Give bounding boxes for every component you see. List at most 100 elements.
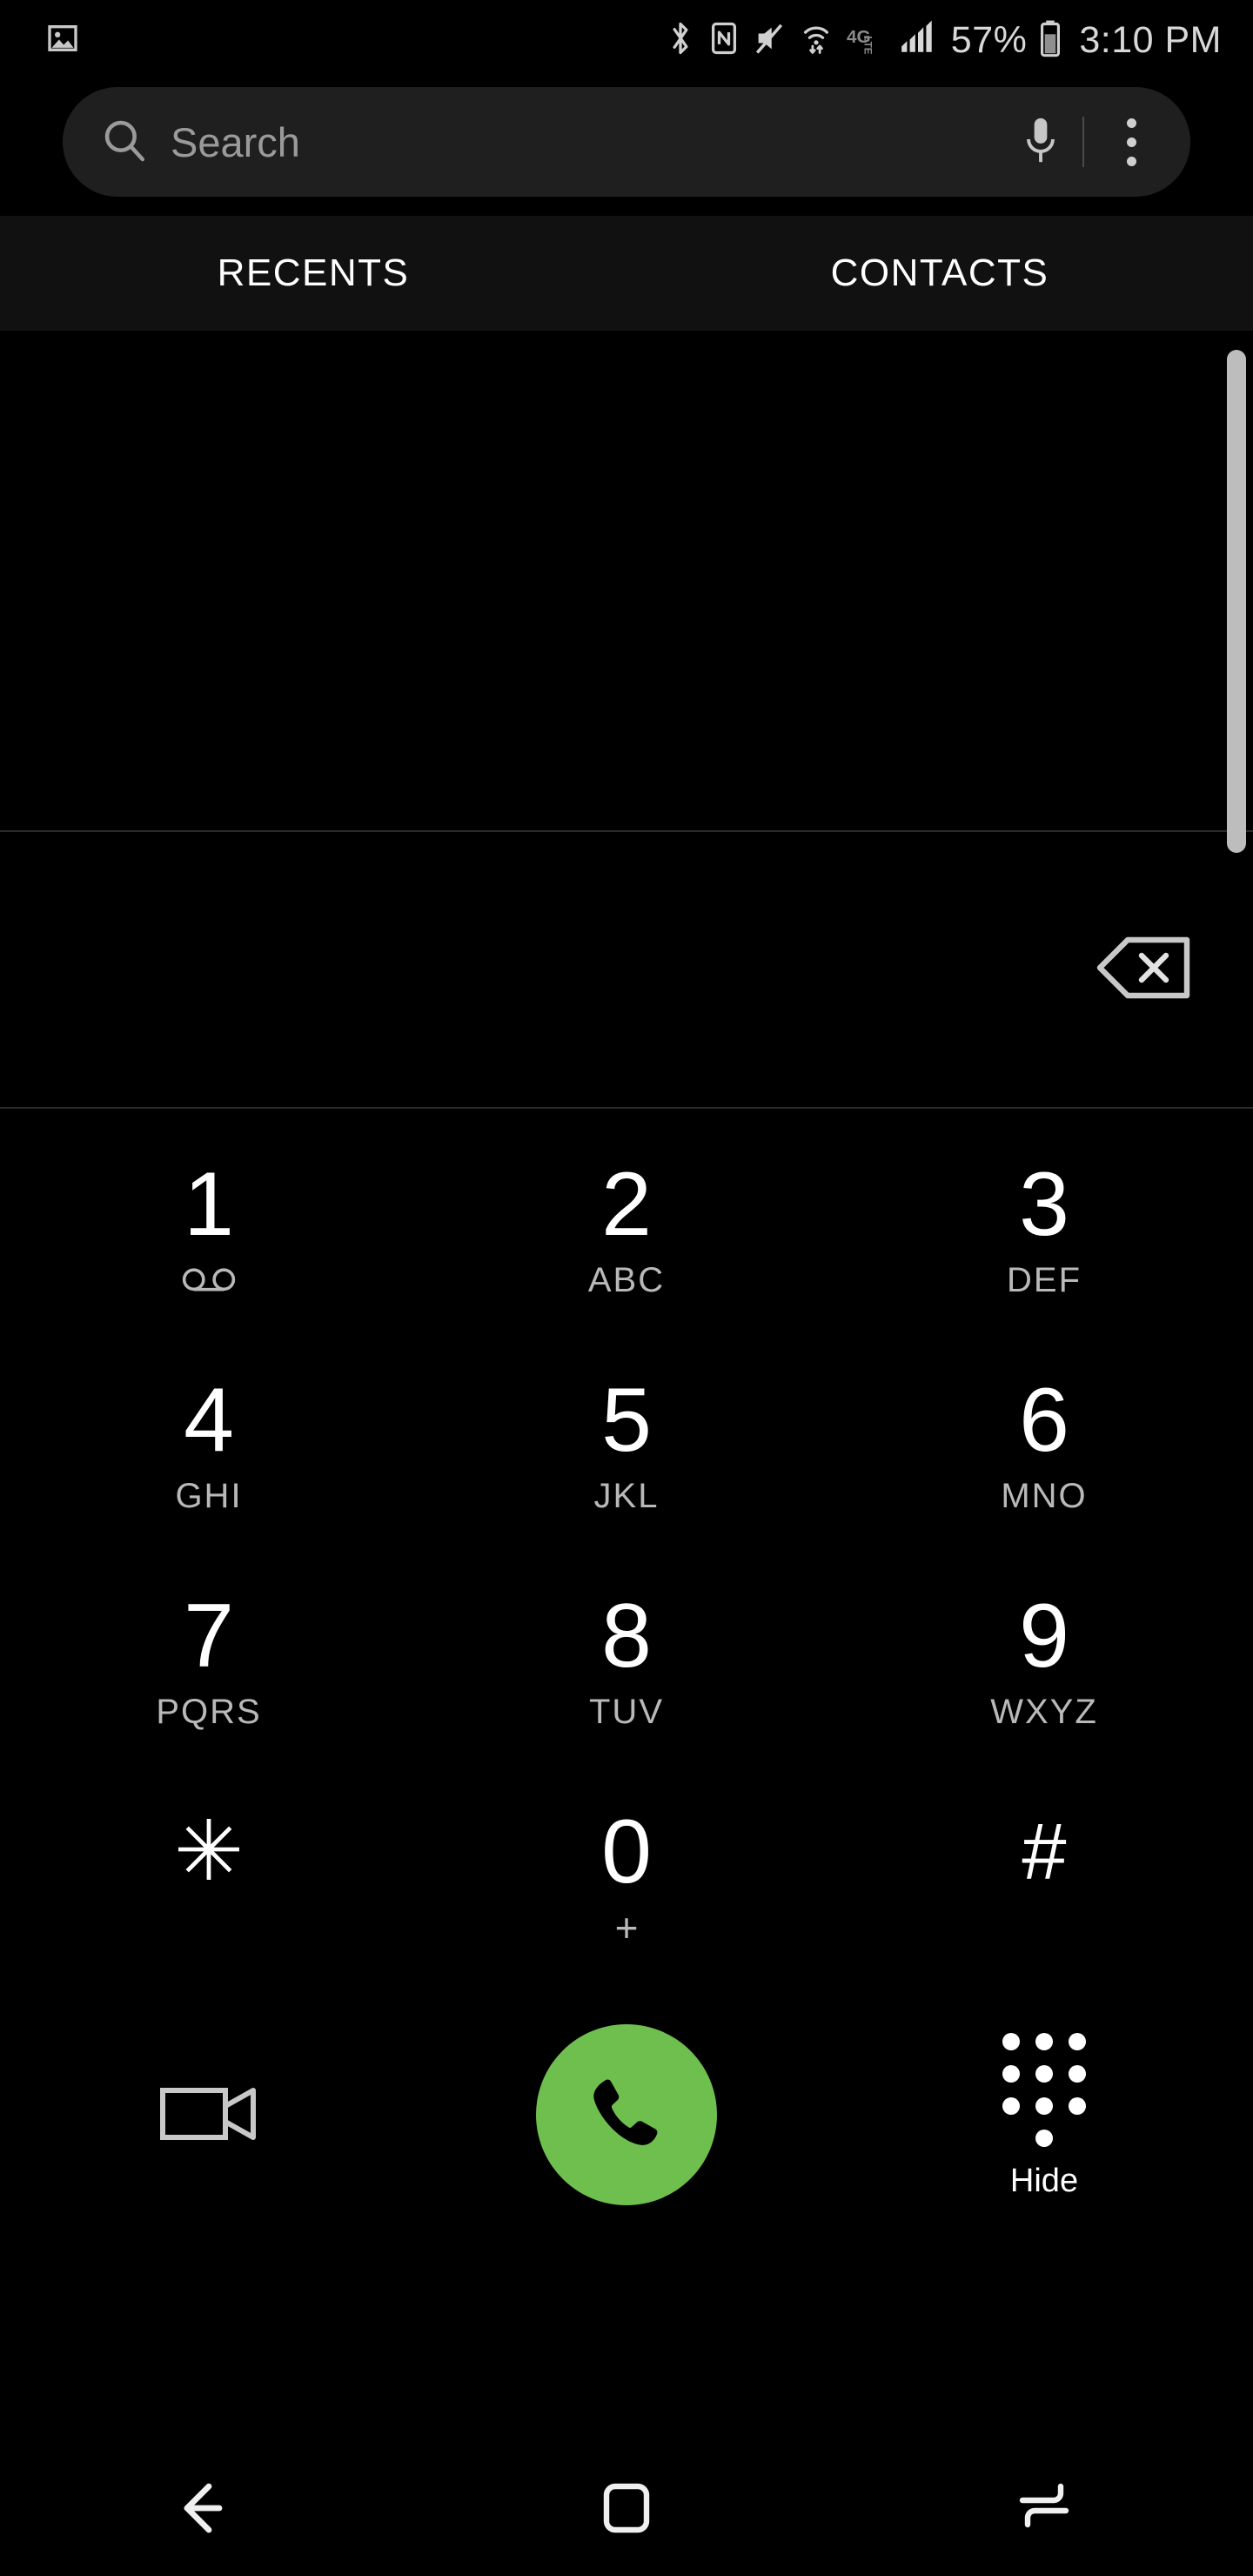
nfc-icon	[709, 19, 739, 62]
list-scrollbar[interactable]	[1227, 350, 1246, 853]
video-call-icon	[157, 2076, 260, 2154]
keypad-action-row: Hide	[0, 1984, 1253, 2245]
wifi-transfer-icon	[800, 19, 833, 62]
key-pound[interactable]: #	[835, 1768, 1253, 1984]
tab-recents-label: RECENTS	[217, 252, 410, 294]
microphone-icon[interactable]	[1022, 113, 1060, 171]
key-pound-digit: #	[1022, 1808, 1067, 1896]
dial-number-row	[0, 832, 1253, 1107]
phone-call-icon	[581, 2068, 672, 2163]
tab-recents[interactable]: RECENTS	[0, 216, 626, 331]
nav-recents-button[interactable]	[835, 2483, 1253, 2538]
search-icon	[101, 117, 148, 168]
key-5-digit: 5	[601, 1370, 652, 1471]
mute-icon	[753, 19, 786, 62]
key-5-letters: JKL	[593, 1477, 660, 1515]
key-star-digit: ✳	[173, 1805, 245, 1898]
call-log-list[interactable]	[0, 331, 1253, 830]
search-input[interactable]: Search	[171, 122, 1022, 163]
voicemail-icon	[180, 1262, 238, 1298]
video-call-button[interactable]	[0, 2076, 418, 2154]
key-star[interactable]: ✳	[0, 1768, 418, 1984]
home-square-icon	[600, 2481, 653, 2539]
keypad-dot	[1035, 2096, 1053, 2115]
bluetooth-icon	[666, 19, 695, 62]
tab-contacts-label: CONTACTS	[830, 252, 1049, 294]
nav-home-button[interactable]	[418, 2481, 835, 2539]
key-6[interactable]: 6 MNO	[835, 1337, 1253, 1553]
tab-bar: RECENTS CONTACTS	[0, 216, 1253, 331]
keypad-row-3: 7 PQRS 8 TUV 9 WXYZ	[0, 1553, 1253, 1768]
backspace-icon[interactable]	[1095, 935, 1192, 1005]
overflow-dot	[1126, 137, 1136, 147]
key-3-letters: DEF	[1007, 1261, 1082, 1299]
overflow-menu-icon[interactable]	[1107, 117, 1156, 166]
key-4-letters: GHI	[175, 1477, 243, 1515]
keypad-dot	[1035, 2032, 1053, 2050]
keypad-dots-row	[1002, 2032, 1086, 2050]
key-4-digit: 4	[184, 1370, 234, 1471]
keypad-dots-icon	[1002, 2032, 1086, 2147]
keypad-dots-row	[1035, 2129, 1053, 2147]
keypad-dot	[1035, 2064, 1053, 2083]
key-6-letters: MNO	[1001, 1477, 1088, 1515]
key-0-digit: 0	[601, 1801, 652, 1902]
dial-keypad: 1 2 ABC 3 DEF 4 GHI 5 JKL 6 MNO 7 PQRS 8…	[0, 1109, 1253, 2444]
key-7-digit: 7	[184, 1586, 234, 1687]
back-arrow-icon	[178, 2481, 240, 2539]
status-bar-left	[45, 21, 80, 60]
key-5[interactable]: 5 JKL	[418, 1337, 835, 1553]
recents-icon	[1017, 2483, 1071, 2538]
keypad-row-1: 1 2 ABC 3 DEF	[0, 1121, 1253, 1337]
status-bar-clock: 3:10 PM	[1079, 18, 1222, 61]
hide-label: Hide	[1009, 2162, 1079, 2199]
battery-icon	[1039, 19, 1062, 62]
key-6-digit: 6	[1019, 1370, 1069, 1471]
android-navigation-bar	[0, 2444, 1253, 2576]
key-9-letters: WXYZ	[990, 1693, 1098, 1731]
key-0[interactable]: 0 +	[418, 1768, 835, 1984]
search-divider	[1082, 117, 1084, 167]
key-4[interactable]: 4 GHI	[0, 1337, 418, 1553]
keypad-dot	[1069, 2096, 1086, 2115]
key-2-digit: 2	[601, 1154, 652, 1255]
photo-icon	[45, 21, 80, 60]
keypad-dot	[1002, 2064, 1020, 2083]
keypad-dot	[1069, 2064, 1086, 2083]
key-7-letters: PQRS	[156, 1693, 262, 1731]
tab-contacts[interactable]: CONTACTS	[626, 216, 1253, 331]
lte-4g-icon: 4G LTE	[847, 23, 885, 58]
key-7[interactable]: 7 PQRS	[0, 1553, 418, 1768]
hide-keypad-button[interactable]: Hide	[835, 2032, 1253, 2199]
signal-bars-icon	[899, 19, 937, 62]
key-1-digit: 1	[184, 1154, 234, 1255]
nav-back-button[interactable]	[0, 2481, 418, 2539]
key-8-digit: 8	[601, 1586, 652, 1687]
battery-percent: 57%	[950, 18, 1028, 61]
key-3-digit: 3	[1019, 1154, 1069, 1255]
key-8-letters: TUV	[589, 1693, 664, 1731]
keypad-row-4: ✳ 0 + #	[0, 1768, 1253, 1984]
status-bar-right: 4G LTE 57% 3:10 PM	[666, 19, 1222, 62]
key-0-plus: +	[614, 1905, 639, 1950]
status-bar: 4G LTE 57% 3:10 PM	[0, 0, 1253, 80]
keypad-dots-row	[1002, 2064, 1086, 2083]
keypad-dot	[1002, 2096, 1020, 2115]
keypad-dots-row	[1002, 2096, 1086, 2115]
key-2-letters: ABC	[587, 1261, 666, 1299]
overflow-dot	[1126, 156, 1136, 166]
key-1[interactable]: 1	[0, 1121, 418, 1337]
search-bar[interactable]: Search	[63, 87, 1190, 197]
keypad-dot	[1069, 2032, 1086, 2050]
key-9-digit: 9	[1019, 1586, 1069, 1687]
key-8[interactable]: 8 TUV	[418, 1553, 835, 1768]
overflow-dot	[1126, 117, 1136, 128]
key-2[interactable]: 2 ABC	[418, 1121, 835, 1337]
keypad-dot	[1002, 2032, 1020, 2050]
key-3[interactable]: 3 DEF	[835, 1121, 1253, 1337]
keypad-row-2: 4 GHI 5 JKL 6 MNO	[0, 1337, 1253, 1553]
key-9[interactable]: 9 WXYZ	[835, 1553, 1253, 1768]
call-button[interactable]	[536, 2024, 717, 2205]
svg-text:LTE: LTE	[861, 36, 873, 54]
keypad-dot	[1035, 2129, 1053, 2147]
